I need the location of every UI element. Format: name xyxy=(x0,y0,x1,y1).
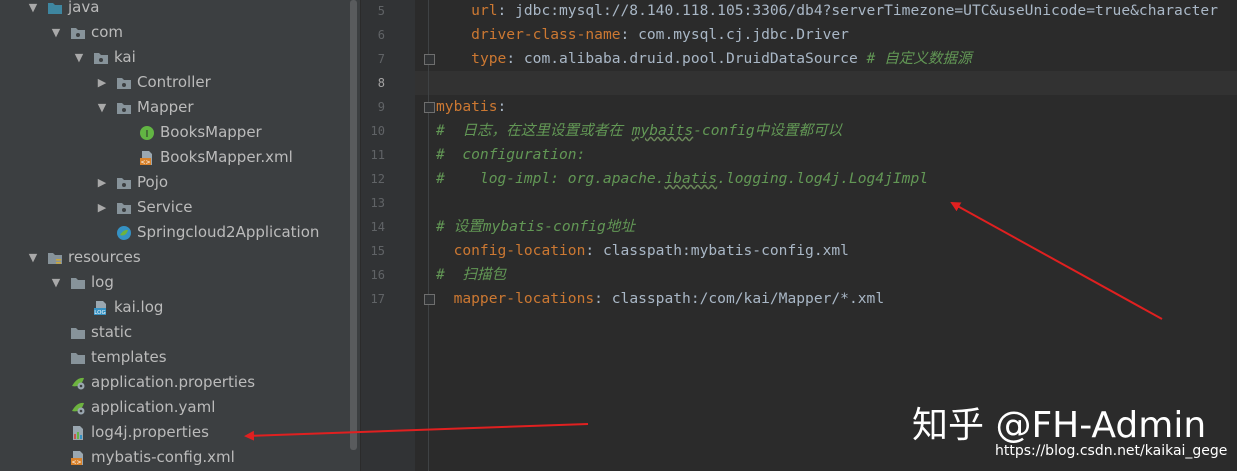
annotation-arrow-to-log-impl xyxy=(950,202,1163,320)
watermark-url: https://blog.csdn.net/kaikai_gege xyxy=(995,443,1228,459)
annotation-arrow-to-log4j-properties xyxy=(244,423,589,441)
watermark-title: 知乎 @FH-Admin xyxy=(912,405,1207,446)
